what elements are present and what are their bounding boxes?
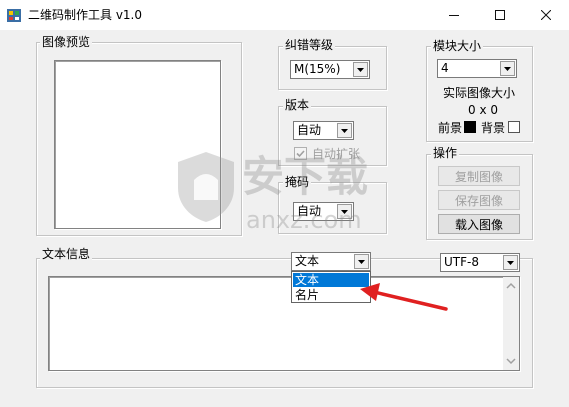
maximize-button[interactable] [477, 0, 523, 30]
save-image-button[interactable]: 保存图像 [438, 190, 520, 210]
chevron-down-icon[interactable] [337, 123, 352, 138]
text-type-value: 文本 [295, 254, 320, 268]
watermark-text: 安下载 [242, 152, 369, 201]
window-title: 二维码制作工具 v1.0 [28, 8, 143, 22]
text-info-label: 文本信息 [40, 247, 93, 261]
annotation-arrow [360, 283, 448, 311]
shield-icon [178, 152, 234, 222]
module-size-label: 模块大小 [431, 39, 484, 53]
foreground-color-swatch[interactable] [464, 121, 476, 133]
text-type-select[interactable]: 文本 [291, 252, 371, 271]
background-label: 背景 [481, 121, 506, 135]
actual-size-label: 实际图像大小 [443, 86, 516, 100]
chevron-down-icon[interactable] [503, 255, 518, 270]
error-level-label: 纠错等级 [283, 38, 336, 52]
minimize-icon [449, 15, 459, 16]
close-button[interactable] [523, 0, 569, 30]
background-color-swatch[interactable] [508, 121, 520, 133]
close-icon [541, 10, 551, 20]
preview-group-label: 图像预览 [40, 35, 93, 49]
version-value: 自动 [297, 123, 322, 137]
load-image-button[interactable]: 载入图像 [438, 214, 520, 234]
minimize-button[interactable] [431, 0, 477, 30]
error-level-select[interactable]: M(15%) [290, 60, 370, 79]
text-scrollbar[interactable] [503, 277, 519, 370]
app-icon [6, 7, 22, 23]
watermark: 安下载 anxz.com [174, 144, 414, 246]
copy-image-button[interactable]: 复制图像 [438, 166, 520, 186]
version-label: 版本 [283, 98, 312, 112]
encoding-select[interactable]: UTF-8 [440, 253, 520, 272]
error-level-value: M(15%) [294, 62, 341, 76]
actual-size-value: 0 x 0 [468, 103, 498, 117]
scroll-down-icon[interactable] [503, 354, 519, 368]
chevron-down-icon[interactable] [353, 62, 368, 77]
maximize-icon [495, 10, 505, 20]
encoding-value: UTF-8 [444, 255, 479, 269]
watermark-subtext: anxz.com [246, 206, 362, 234]
scroll-up-icon[interactable] [503, 279, 519, 293]
chevron-down-icon[interactable] [500, 61, 515, 76]
version-select[interactable]: 自动 [293, 121, 354, 140]
operations-label: 操作 [431, 146, 460, 160]
foreground-label: 前景 [438, 121, 463, 135]
module-size-select[interactable]: 4 [437, 59, 517, 78]
chevron-down-icon[interactable] [354, 254, 369, 269]
module-size-value: 4 [441, 61, 449, 75]
